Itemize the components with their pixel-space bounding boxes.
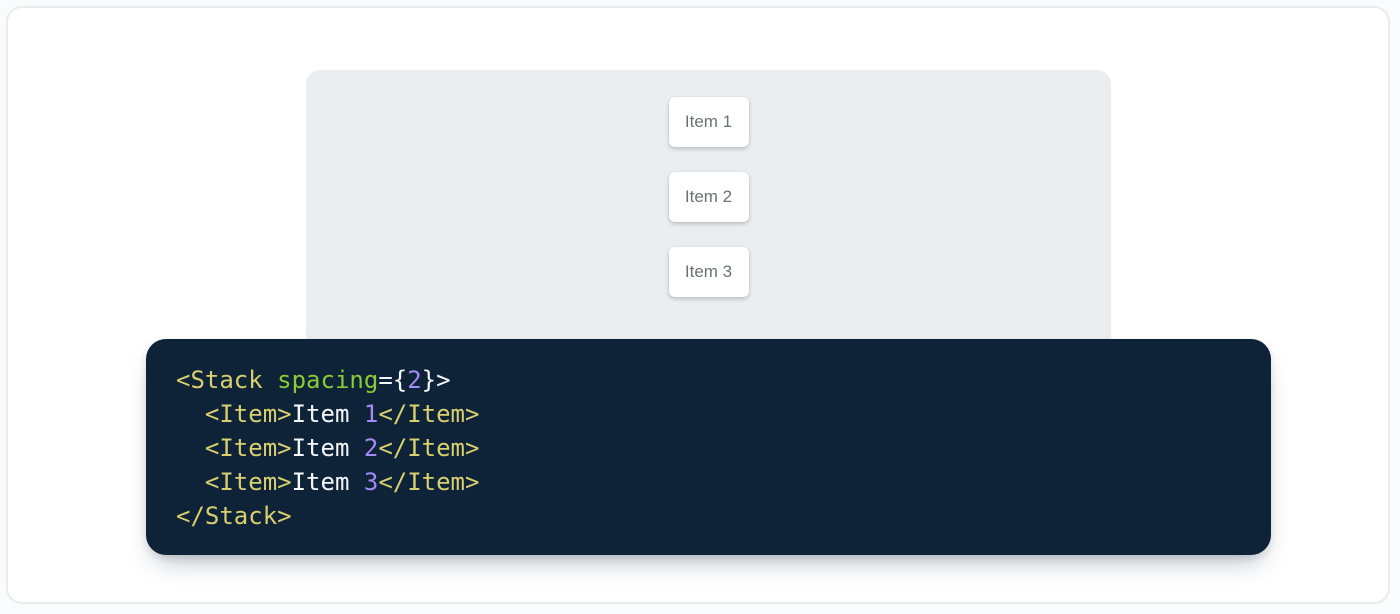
code-token-plain: ={ [378, 366, 407, 394]
code-token-plain: }> [422, 366, 451, 394]
code-line: <Item>Item 1</Item> [176, 397, 1241, 431]
code-block: <Stack spacing={2}> <Item>Item 1</Item> … [146, 339, 1271, 555]
code-line: </Stack> [176, 499, 1241, 533]
code-token-tag: <Item> [205, 400, 292, 428]
code-token-plain: Item [292, 400, 364, 428]
code-token-plain [176, 400, 205, 428]
code-token-number: 3 [364, 468, 378, 496]
code-token-tag: </Item> [378, 434, 479, 462]
code-token-plain: Item [292, 468, 364, 496]
code-token-plain [263, 366, 277, 394]
stack-item-card: Item 1 [669, 97, 749, 147]
code-token-number: 1 [364, 400, 378, 428]
code-content: <Stack spacing={2}> <Item>Item 1</Item> … [176, 363, 1241, 533]
stack-item-card: Item 3 [669, 247, 749, 297]
code-token-plain: Item [292, 434, 364, 462]
code-line: <Item>Item 2</Item> [176, 431, 1241, 465]
stack-demo: Item 1 Item 2 Item 3 [306, 70, 1111, 297]
code-token-tag: </Item> [378, 468, 479, 496]
stack-item-card: Item 2 [669, 172, 749, 222]
code-token-tag: </Stack> [176, 502, 292, 530]
demo-preview-panel: Item 1 Item 2 Item 3 [306, 70, 1111, 350]
code-token-tag: <Stack [176, 366, 263, 394]
code-token-number: 2 [364, 434, 378, 462]
page-card: Item 1Item 2Item 3 <Stack spacing={2}> <… [6, 6, 1390, 604]
code-token-tag: <Item> [205, 434, 292, 462]
code-token-plain [176, 434, 205, 462]
code-token-number: 2 [407, 366, 421, 394]
code-token-attr: spacing [277, 366, 378, 394]
code-token-plain [176, 468, 205, 496]
code-token-tag: <Item> [205, 468, 292, 496]
code-line: <Item>Item 3</Item> [176, 465, 1241, 499]
code-token-tag: </Item> [378, 400, 479, 428]
code-line: <Stack spacing={2}> [176, 363, 1241, 397]
